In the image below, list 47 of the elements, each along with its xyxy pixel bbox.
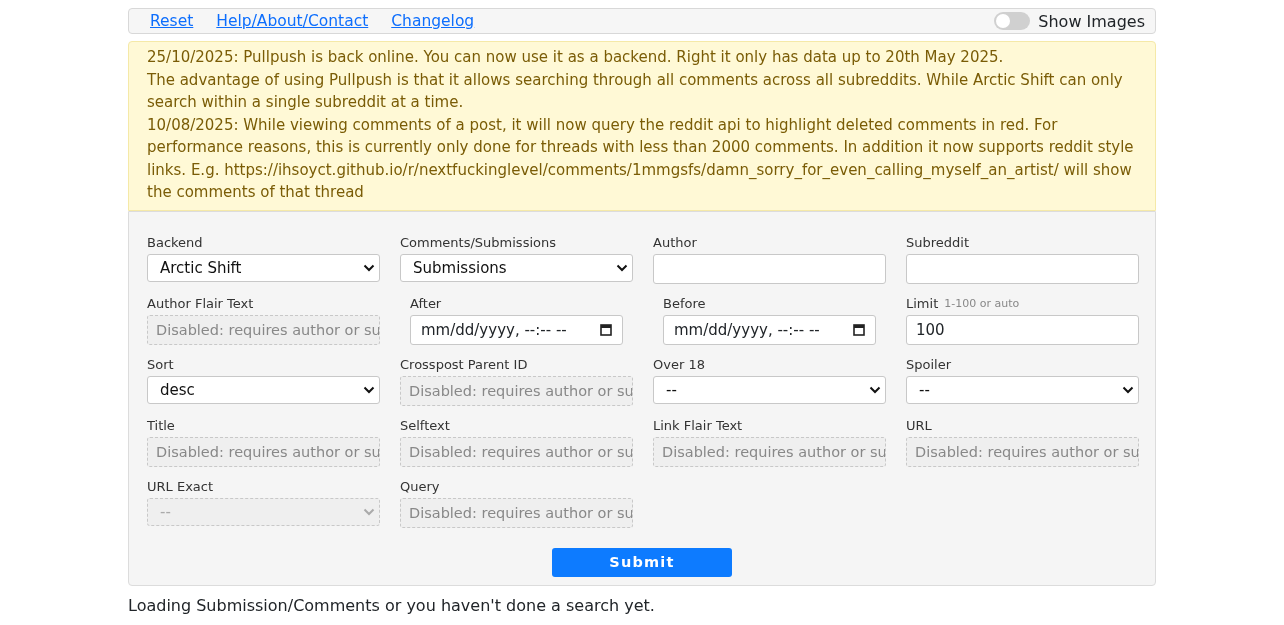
- date-field[interactable]: mm/dd/yyyy, --:-- --: [410, 314, 623, 345]
- field-label: After: [410, 296, 442, 311]
- field-label: Author Flair Text: [147, 296, 254, 311]
- field-label: Subreddit: [906, 235, 969, 250]
- chevron-down-icon: [616, 263, 628, 272]
- dropdown[interactable]: --: [653, 375, 886, 404]
- calendar-icon: [853, 323, 865, 336]
- field-label: Author: [653, 235, 697, 250]
- dropdown[interactable]: Arctic Shift: [147, 253, 380, 282]
- dropdown[interactable]: desc: [147, 375, 380, 404]
- calendar-icon: [600, 323, 612, 336]
- toggle-switch[interactable]: [994, 12, 1031, 30]
- nav-link[interactable]: Changelog: [391, 12, 475, 30]
- field-label: Backend: [147, 235, 203, 250]
- field-label: URL: [906, 418, 932, 433]
- toggle-label: Show Images: [1038, 11, 1145, 31]
- nav-link[interactable]: Reset: [150, 12, 194, 30]
- input-field[interactable]: [906, 253, 1139, 284]
- nav-link[interactable]: Help/About/Contact: [216, 12, 369, 30]
- chevron-down-icon: [869, 385, 881, 394]
- chevron-down-icon: [363, 263, 375, 272]
- field-label: Query: [400, 479, 440, 494]
- field-label: Selftext: [400, 418, 450, 433]
- field-label: Crosspost Parent ID: [400, 357, 528, 372]
- chevron-down-icon: [363, 385, 375, 394]
- field-label: URL Exact: [147, 479, 214, 494]
- input-field[interactable]: 100: [906, 314, 1139, 345]
- field-label: Before: [663, 296, 706, 311]
- field-label: Spoiler: [906, 357, 952, 372]
- notice-text: 10/08/2025: While viewing comments of a post, it will now query the reddit api to highlight deleted comments in red. For performance reasons, this is currently only done for threads with less than 2000 comments. In addition it now supports reddit style links. E.g. https://ihsoyct.github.io/r/nextfuckinglevel/comments/1mmgsfs/damn_sorry_for_even_calling_myself_an_artist/ will show the comments of that thread: [147, 114, 1135, 203]
- field-label: Comments/Submissions: [400, 235, 556, 250]
- field-hint: 1-100 or auto: [944, 297, 1020, 310]
- input-field[interactable]: [653, 253, 886, 284]
- status-message: Loading Submission/Comments or you haven't done a search yet.: [128, 595, 656, 615]
- field-label: Over 18: [653, 357, 705, 372]
- field-label: Link Flair Text: [653, 418, 743, 433]
- field-label: Title: [147, 418, 175, 433]
- dropdown[interactable]: Submissions: [400, 253, 633, 282]
- chevron-down-icon: [1122, 385, 1134, 394]
- date-field[interactable]: mm/dd/yyyy, --:-- --: [663, 314, 876, 345]
- notice-text: 25/10/2025: Pullpush is back online. You can now use it as a backend. Right it only has data up to 20th May 2025.: [147, 47, 1005, 68]
- notice-text: The advantage of using Pullpush is that it allows searching through all comments across all subreddits. While Arctic Shift can only search within a single subreddit at a time.: [147, 69, 1124, 113]
- field-label: Limit: [906, 296, 939, 311]
- submit-button[interactable]: Submit: [552, 547, 732, 577]
- chevron-down-icon: [363, 507, 375, 516]
- field-label: Sort: [147, 357, 174, 372]
- dropdown[interactable]: --: [906, 375, 1139, 404]
